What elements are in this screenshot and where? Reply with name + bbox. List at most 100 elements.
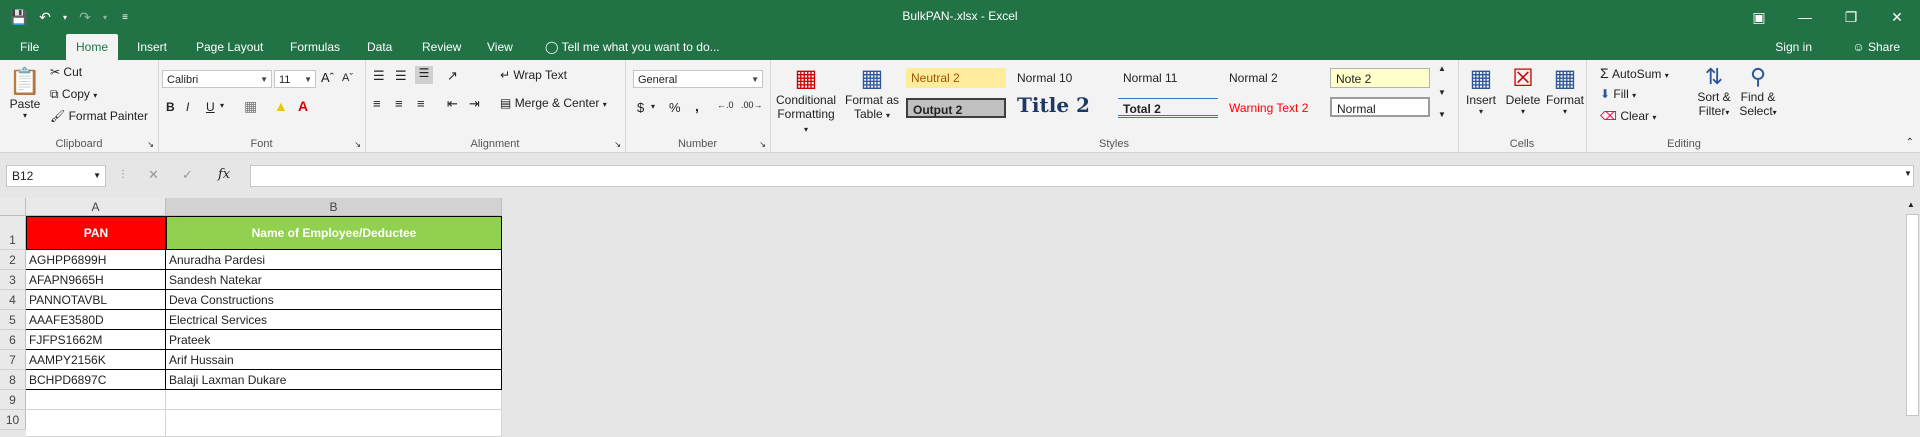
vertical-scrollbar[interactable]: ▲ <box>1904 198 1920 437</box>
increase-decimal-icon[interactable]: ←.0 <box>717 100 734 110</box>
table-cell-pan[interactable]: AAAFE3580D <box>26 310 166 330</box>
column-header-a[interactable]: A <box>26 198 166 216</box>
style-normal[interactable]: Normal <box>1330 97 1430 117</box>
align-left-icon[interactable]: ≡ <box>373 96 381 111</box>
paste-button[interactable]: 📋 Paste ▾ <box>8 66 42 120</box>
empty-cell[interactable] <box>26 390 166 410</box>
copy-button[interactable]: ⧉ Copy ▾ <box>50 87 97 102</box>
align-right-icon[interactable]: ≡ <box>417 96 425 111</box>
insert-cells-button[interactable]: ▦ Insert ▾ <box>1462 64 1500 116</box>
style-neutral-2[interactable]: Neutral 2 <box>906 68 1006 88</box>
autosum-button[interactable]: Σ AutoSum ▾ <box>1600 65 1669 81</box>
cut-button[interactable]: ✂ Cut <box>50 65 82 79</box>
empty-cell[interactable] <box>26 410 166 437</box>
font-color-icon[interactable]: A <box>298 98 308 114</box>
middle-align-icon[interactable]: ☰ <box>395 68 407 84</box>
borders-icon[interactable]: ▦ <box>244 98 257 115</box>
format-as-table-button[interactable]: ▦ Format as Table ▾ <box>844 64 900 121</box>
row-header-2[interactable]: 2 <box>0 250 26 270</box>
conditional-formatting-button[interactable]: ▦ Conditional Formatting ▾ <box>776 64 836 135</box>
font-launcher-icon[interactable]: ↘ <box>354 140 361 149</box>
font-name-select[interactable]: Calibri ▼ <box>162 70 272 88</box>
underline-dropdown-icon[interactable]: ▾ <box>220 101 224 110</box>
formula-bar-options-icon[interactable]: ⋮ <box>118 169 128 180</box>
alignment-launcher-icon[interactable]: ↘ <box>614 140 621 149</box>
tab-insert[interactable]: Insert <box>127 34 177 60</box>
currency-dropdown-icon[interactable]: ▾ <box>651 102 655 111</box>
sort-filter-button[interactable]: ⇅ Sort & Filter▾ <box>1694 64 1734 118</box>
tab-data[interactable]: Data <box>357 34 402 60</box>
table-cell-name[interactable]: Electrical Services <box>166 310 502 330</box>
column-header-b[interactable]: B <box>166 198 502 216</box>
table-cell-name[interactable]: Prateek <box>166 330 502 350</box>
comma-button[interactable]: , <box>695 98 699 114</box>
row-header-3[interactable]: 3 <box>0 270 26 290</box>
fill-button[interactable]: ⬇ Fill ▾ <box>1600 87 1636 101</box>
enter-icon[interactable]: ✓ <box>182 167 193 183</box>
orientation-icon[interactable]: ↗ <box>447 68 458 84</box>
tab-home[interactable]: Home <box>66 34 119 60</box>
increase-indent-icon[interactable]: ⇥ <box>469 96 480 112</box>
style-normal-2[interactable]: Normal 2 <box>1224 68 1324 88</box>
table-cell-pan[interactable]: BCHPD6897C <box>26 370 166 390</box>
currency-button[interactable]: $ <box>637 100 644 115</box>
styles-more-icon[interactable]: ▼ <box>1438 110 1446 119</box>
empty-cell[interactable] <box>166 410 502 437</box>
styles-scroll-down-icon[interactable]: ▼ <box>1438 88 1446 97</box>
decrease-indent-icon[interactable]: ⇤ <box>447 96 458 112</box>
number-format-select[interactable]: General ▼ <box>633 70 763 88</box>
header-cell-pan[interactable]: PAN <box>26 216 166 250</box>
styles-scroll-up-icon[interactable]: ▲ <box>1438 64 1446 73</box>
tab-page-layout[interactable]: Page Layout <box>186 34 273 60</box>
formula-input[interactable] <box>250 165 1914 187</box>
row-header-8[interactable]: 8 <box>0 370 26 390</box>
number-launcher-icon[interactable]: ↘ <box>759 140 766 149</box>
row-header-1[interactable]: 1 <box>0 216 26 250</box>
tab-file[interactable]: File <box>10 34 49 60</box>
minimize-icon[interactable]: — <box>1782 0 1828 34</box>
format-cells-button[interactable]: ▦ Format ▾ <box>1546 64 1584 116</box>
bold-button[interactable]: B <box>166 100 175 114</box>
merge-center-button[interactable]: ▤ Merge & Center ▾ <box>500 96 607 110</box>
italic-button[interactable]: I <box>186 100 189 114</box>
table-cell-name[interactable]: Deva Constructions <box>166 290 502 310</box>
style-total-2[interactable]: Total 2 <box>1118 98 1218 118</box>
insert-function-icon[interactable]: fx <box>218 167 230 182</box>
table-cell-name[interactable]: Balaji Laxman Dukare <box>166 370 502 390</box>
row-header-10[interactable]: 10 <box>0 410 26 430</box>
find-select-button[interactable]: ⚲ Find & Select▾ <box>1736 64 1780 118</box>
ribbon-display-options-icon[interactable]: ▣ <box>1736 0 1782 34</box>
share-button[interactable]: ☺ Share <box>1852 34 1900 60</box>
bottom-align-icon[interactable]: ☰ <box>415 66 433 84</box>
decrease-decimal-icon[interactable]: .00→ <box>741 100 763 110</box>
scrollbar-thumb[interactable] <box>1906 214 1919 416</box>
clipboard-launcher-icon[interactable]: ↘ <box>147 140 154 149</box>
fill-color-icon[interactable]: ▲ <box>274 98 288 114</box>
percent-button[interactable]: % <box>669 100 681 115</box>
name-box[interactable]: B12 ▼ <box>6 165 106 187</box>
sign-in-link[interactable]: Sign in <box>1775 34 1812 60</box>
select-all-corner[interactable] <box>0 198 26 216</box>
style-normal-11[interactable]: Normal 11 <box>1118 68 1218 88</box>
underline-button[interactable]: U <box>206 100 215 114</box>
style-note-2[interactable]: Note 2 <box>1330 68 1430 88</box>
style-warning-text-2[interactable]: Warning Text 2 <box>1224 98 1324 118</box>
restore-icon[interactable]: ❐ <box>1828 0 1874 34</box>
header-cell-name[interactable]: Name of Employee/Deductee <box>166 216 502 250</box>
table-cell-pan[interactable]: FJFPS1662M <box>26 330 166 350</box>
tab-view[interactable]: View <box>477 34 523 60</box>
empty-cell[interactable] <box>166 390 502 410</box>
clear-button[interactable]: ⌫ Clear ▾ <box>1600 109 1656 123</box>
row-header-9[interactable]: 9 <box>0 390 26 410</box>
row-header-6[interactable]: 6 <box>0 330 26 350</box>
increase-font-icon[interactable]: Aˆ <box>321 70 334 85</box>
expand-formula-bar-icon[interactable]: ▼ <box>1904 169 1912 178</box>
table-cell-pan[interactable]: AGHPP6899H <box>26 250 166 270</box>
delete-cells-button[interactable]: ☒ Delete ▾ <box>1504 64 1542 116</box>
row-header-5[interactable]: 5 <box>0 310 26 330</box>
table-cell-name[interactable]: Sandesh Natekar <box>166 270 502 290</box>
row-header-4[interactable]: 4 <box>0 290 26 310</box>
tell-me-box[interactable]: ◯ Tell me what you want to do... <box>535 34 730 60</box>
format-painter-button[interactable]: 🖌 Format Painter <box>50 109 148 123</box>
decrease-font-icon[interactable]: Aˇ <box>342 72 353 84</box>
